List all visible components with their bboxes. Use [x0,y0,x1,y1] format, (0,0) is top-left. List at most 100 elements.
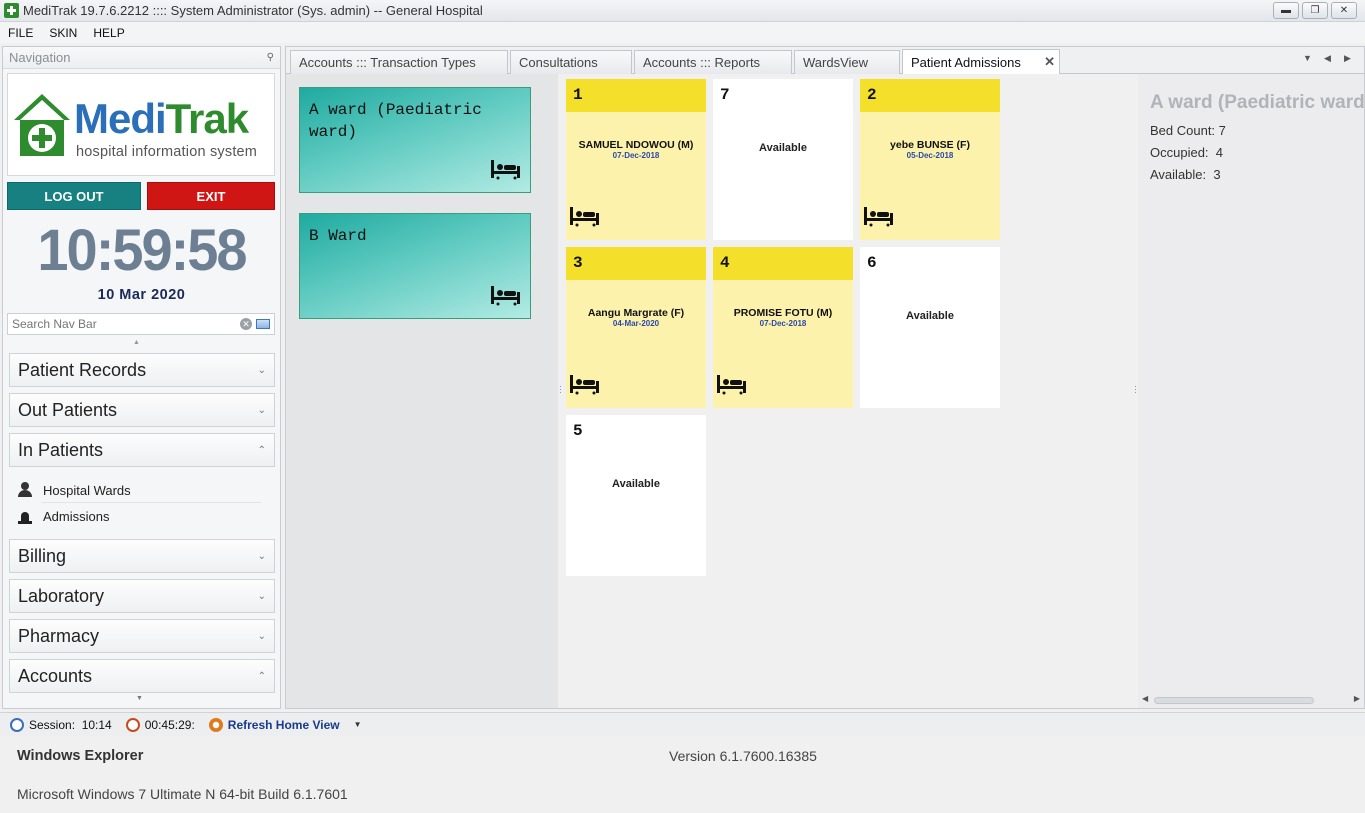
status-bar: Session: 10:14 00:45:29: Refresh Home Vi… [0,712,1365,736]
bed-number: 4 [720,254,730,272]
bed-tile[interactable]: 5 Available [566,415,706,576]
ward-card[interactable]: B Ward [299,213,531,319]
system-info-panel: Windows Explorer Version 6.1.7600.16385 … [0,737,1365,813]
ward-name: A ward (Paediatric ward) [309,101,482,141]
tab-accounts-reports[interactable]: Accounts ::: Reports [634,50,792,74]
splitter-handle[interactable]: · · · [1134,382,1137,397]
bed-number: 5 [573,422,583,440]
bed-number: 7 [720,86,730,104]
bed-count-row: Bed Count: 7 [1150,123,1226,138]
logout-button[interactable]: LOG OUT [7,182,141,210]
tab-wardsview[interactable]: WardsView [794,50,900,74]
group-pharmacy[interactable]: Pharmacy ⌄ [9,619,275,653]
bed-header [860,79,1000,112]
tab-scroll-left-icon[interactable]: ◀ [1324,53,1331,64]
group-billing[interactable]: Billing ⌄ [9,539,275,573]
dropdown-arrow-icon[interactable]: ▼ [354,720,362,729]
group-in-patients[interactable]: In Patients ⌃ [9,433,275,467]
nav-item-label: Hospital Wards [43,482,131,498]
timer-value: 00:45:29: [144,717,195,732]
bed-tile[interactable]: 3 Aangu Margrate (F) 04-Mar-2020 [566,247,706,408]
close-button[interactable]: ✕ [1331,2,1357,19]
occupied-value: 4 [1215,145,1224,160]
navigation-panel: Navigation ⚲ MediTrak hospital informati… [2,46,281,709]
clear-icon[interactable]: ✕ [240,318,252,330]
refresh-home-view[interactable]: Refresh Home View ▼ [208,717,362,732]
horizontal-scrollbar[interactable]: ◀ ▶ [1138,694,1364,706]
patient-name: PROMISE FOTU (M) [733,307,833,319]
group-out-patients[interactable]: Out Patients ⌄ [9,393,275,427]
available-value: 3 [1213,167,1221,182]
menu-file[interactable]: FILE [0,26,41,40]
meditrak-logo: MediTrak hospital information system [7,73,275,176]
nav-item-admissions[interactable]: Admissions [17,504,109,528]
nav-scroll-down-icon[interactable]: ▼ [136,695,143,702]
chevron-down-icon: ⌄ [257,630,266,642]
pin-icon[interactable]: ⚲ [267,52,274,63]
session-value: 10:14 [81,717,112,732]
patient-name: yebe BUNSE (F) [890,139,970,151]
group-label: Patient Records [18,359,147,380]
bed-tile[interactable]: 6 Available [860,247,1000,408]
close-tab-icon[interactable]: ✕ [1044,54,1055,70]
bed-header [566,79,706,112]
tab-strip: Accounts ::: Transaction Types Consultat… [286,47,1364,74]
occupied-label: Occupied: [1150,145,1209,160]
app-icon [4,3,19,18]
main-area: Accounts ::: Transaction Types Consultat… [285,46,1365,709]
footer-os: Microsoft Windows 7 Ultimate N 64-bit Bu… [17,786,348,802]
minimize-button[interactable]: ▬ [1273,2,1299,19]
chevron-up-icon: ⌃ [257,444,266,456]
current-date: 10 Mar 2020 [97,287,186,303]
menu-help[interactable]: HELP [85,26,132,40]
group-label: In Patients [18,439,104,460]
clock: 10:59:58 [37,216,247,283]
tab-label: Patient Admissions [911,54,1021,70]
ward-card[interactable]: A ward (Paediatric ward) [299,87,531,193]
bed-icon [491,160,520,180]
menu-skin[interactable]: SKIN [41,26,85,40]
tab-consultations[interactable]: Consultations [510,50,632,74]
admission-date: 07-Dec-2018 [759,319,807,328]
tab-list-dropdown-icon[interactable]: ▼ [1303,53,1312,63]
nav-search-input[interactable] [8,317,240,331]
group-label: Out Patients [18,399,118,420]
bed-tile[interactable]: 2 yebe BUNSE (F) 05-Dec-2018 [860,79,1000,240]
splitter-handle[interactable]: · · · [559,382,562,397]
bed-tile[interactable]: 7 Available [713,79,853,240]
chevron-down-icon: ⌄ [257,550,266,562]
tab-transaction-types[interactable]: Accounts ::: Transaction Types [290,50,508,74]
tab-scroll-right-icon[interactable]: ▶ [1344,53,1351,64]
tab-patient-admissions[interactable]: Patient Admissions ✕ [902,49,1060,74]
chevron-down-icon: ⌄ [257,590,266,602]
session-label: Session: [29,717,76,732]
bed-number: 3 [573,254,583,272]
nav-scroll-up-icon[interactable]: ▲ [133,339,140,346]
bed-header [713,247,853,280]
bed-icon [570,375,599,395]
ward-info-panel: A ward (Paediatric ward) Bed Count: 7 Oc… [1138,74,1364,708]
group-accounts[interactable]: Accounts ⌃ [9,659,275,693]
bed-tile[interactable]: 4 PROMISE FOTU (M) 07-Dec-2018 [713,247,853,408]
available-row: Available: 3 [1150,167,1221,182]
search-options-icon[interactable] [256,319,270,329]
group-patient-records[interactable]: Patient Records ⌄ [9,353,275,387]
restore-button[interactable]: ❐ [1302,2,1328,19]
chevron-up-icon: ⌃ [257,670,266,682]
bed-tile[interactable]: 1 SAMUEL NDOWOU (M) 07-Dec-2018 [566,79,706,240]
scroll-right-icon[interactable]: ▶ [1354,694,1360,703]
scroll-thumb[interactable] [1154,697,1314,704]
ward-list: A ward (Paediatric ward) B Ward [286,74,558,708]
scroll-left-icon[interactable]: ◀ [1142,694,1148,703]
bed-available-label: Available [759,142,807,154]
exit-button[interactable]: EXIT [147,182,275,210]
title-bar: MediTrak 19.7.6.2212 :::: System Adminis… [0,0,1365,22]
person-icon [17,482,33,498]
group-laboratory[interactable]: Laboratory ⌄ [9,579,275,613]
bed-count-value: 7 [1218,123,1226,138]
nav-item-hospital-wards[interactable]: Hospital Wards [17,478,131,502]
group-label: Pharmacy [18,625,100,646]
ward-name: B Ward [309,227,367,245]
bed-count-label: Bed Count: [1150,123,1216,138]
timer-status: 00:45:29: [125,717,195,732]
